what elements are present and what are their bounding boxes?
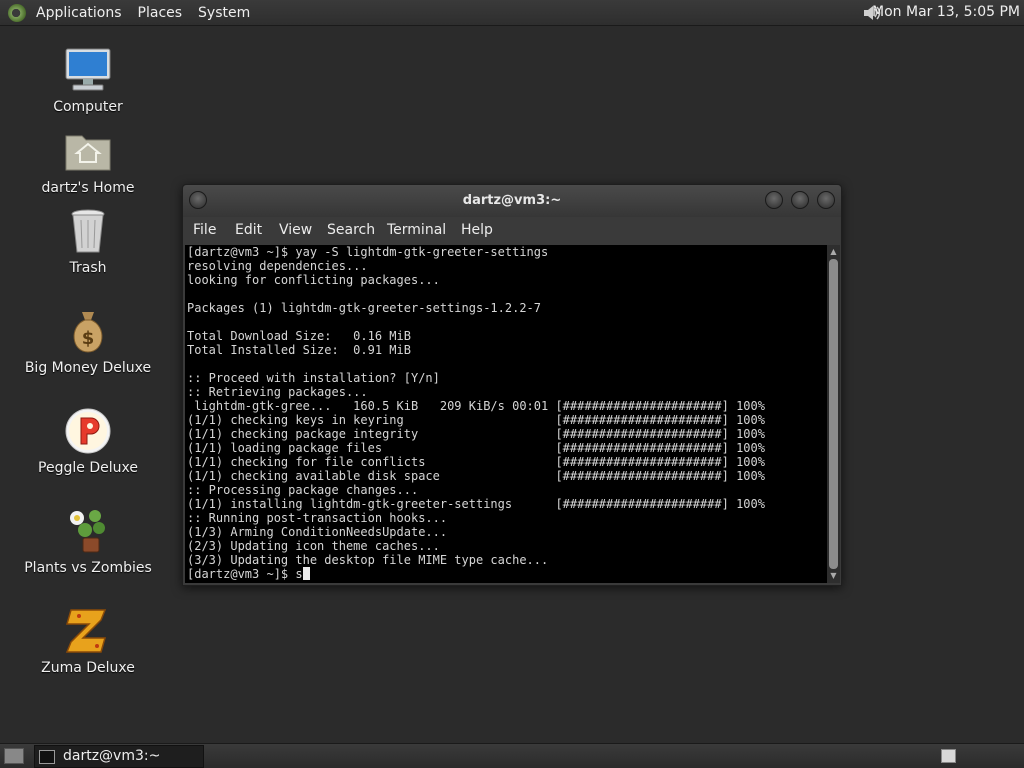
workspace-switcher[interactable]: [941, 749, 956, 763]
menu-places[interactable]: Places: [132, 0, 189, 25]
window-title: dartz@vm3:~: [462, 193, 562, 208]
terminal-text: [dartz@vm3 ~]$ yay -S lightdm-gtk-greete…: [187, 245, 765, 567]
menu-system[interactable]: System: [192, 0, 256, 25]
zuma-icon: [63, 606, 113, 656]
taskbar-item-label: dartz@vm3:~: [63, 748, 161, 764]
terminal-icon: [39, 750, 55, 764]
svg-text:$: $: [82, 328, 95, 349]
desktop-icon-computer[interactable]: Computer: [23, 45, 153, 115]
desktop-icon-home[interactable]: dartz's Home: [23, 126, 153, 196]
menu-view[interactable]: View: [279, 222, 312, 238]
scroll-down-icon[interactable]: ▼: [829, 571, 838, 580]
minimize-icon[interactable]: [765, 191, 783, 209]
text-cursor: [302, 567, 310, 580]
menu-file[interactable]: File: [193, 222, 216, 238]
desktop-icon-plants-vs-zombies[interactable]: Plants vs Zombies: [23, 506, 153, 576]
terminal-scrollbar[interactable]: ▲ ▼: [827, 245, 840, 583]
menu-help[interactable]: Help: [461, 222, 493, 238]
desktop-icon-big-money[interactable]: $ Big Money Deluxe: [23, 306, 153, 376]
home-folder-icon: [63, 126, 113, 176]
terminal-prompt: [dartz@vm3 ~]$ s: [187, 567, 303, 581]
menu-terminal[interactable]: Terminal: [387, 222, 446, 238]
bottom-panel: dartz@vm3:~: [0, 743, 1024, 768]
taskbar-item-terminal[interactable]: dartz@vm3:~: [34, 745, 204, 768]
terminal-output[interactable]: [dartz@vm3 ~]$ yay -S lightdm-gtk-greete…: [185, 245, 827, 583]
show-desktop-icon[interactable]: [4, 748, 24, 764]
desktop-icon-label: Trash: [69, 260, 107, 276]
scroll-up-icon[interactable]: ▲: [829, 247, 838, 256]
plant-icon: [63, 506, 113, 556]
desktop-icon-label: Computer: [53, 99, 123, 115]
menu-search[interactable]: Search: [327, 222, 375, 238]
desktop-icon-label: Plants vs Zombies: [24, 560, 152, 576]
terminal-menubar: File Edit View Search Terminal Help: [183, 217, 841, 245]
computer-icon: [63, 45, 113, 95]
desktop-icon-label: Peggle Deluxe: [38, 460, 138, 476]
scrollbar-thumb[interactable]: [829, 259, 838, 569]
app-menu-logo-icon[interactable]: [8, 3, 26, 22]
desktop-icon-trash[interactable]: Trash: [23, 206, 153, 276]
menu-edit[interactable]: Edit: [235, 222, 262, 238]
menu-applications[interactable]: Applications: [30, 0, 128, 25]
window-titlebar[interactable]: dartz@vm3:~: [183, 185, 841, 217]
desktop-icon-zuma[interactable]: Zuma Deluxe: [23, 606, 153, 676]
money-bag-icon: $: [63, 306, 113, 356]
maximize-icon[interactable]: [791, 191, 809, 209]
desktop-icon-label: dartz's Home: [41, 180, 135, 196]
desktop-icon-label: Zuma Deluxe: [41, 660, 135, 676]
peggle-icon: [63, 406, 113, 456]
trash-icon: [63, 206, 113, 256]
terminal-window[interactable]: dartz@vm3:~ File Edit View Search Termin…: [182, 184, 842, 586]
clock[interactable]: Mon Mar 13, 5:05 PM: [872, 0, 1020, 25]
close-icon[interactable]: [817, 191, 835, 209]
desktop-icon-peggle[interactable]: Peggle Deluxe: [23, 406, 153, 476]
desktop-icon-label: Big Money Deluxe: [24, 360, 152, 376]
top-panel: Applications Places System Mon Mar 13, 5…: [0, 0, 1024, 26]
